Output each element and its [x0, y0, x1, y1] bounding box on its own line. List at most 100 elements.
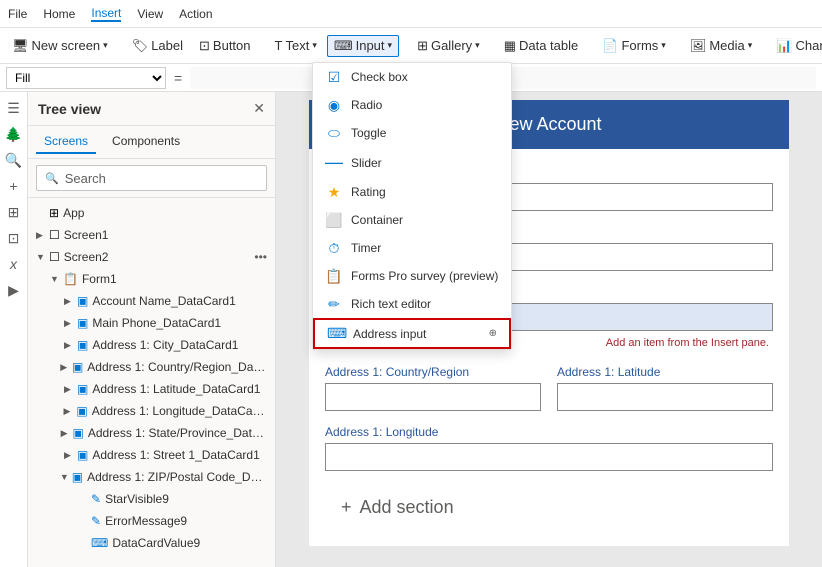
text-button[interactable]: T Text ▾	[269, 36, 323, 55]
chevron-icon: ▶	[60, 362, 69, 373]
tree-item-app[interactable]: ⊞ App	[28, 202, 275, 224]
tree-icon[interactable]: 🌲	[2, 122, 26, 146]
tree-item-label: Account Name_DataCard1	[92, 294, 235, 308]
tree-panel: Tree view ✕ Screens Components 🔍 Search …	[28, 92, 276, 567]
field-input-longitude[interactable]	[325, 443, 773, 471]
chevron-icon: ▶	[64, 296, 74, 307]
form-field-longitude: Address 1: Longitude	[325, 425, 773, 471]
tree-item-label: Address 1: ZIP/Postal Code_DataCar…	[87, 470, 267, 484]
tree-item-street[interactable]: ▶ ▣ Address 1: Street 1_DataCard1	[28, 444, 275, 466]
component-icon[interactable]: ⊡	[2, 226, 26, 250]
chevron-icon: ▼	[50, 274, 60, 284]
chevron-down-icon4: ▾	[475, 40, 480, 51]
tree-item-label: Address 1: State/Province_DataCard1	[88, 426, 267, 440]
tree-item-screen1[interactable]: ▶ ☐ Screen1	[28, 224, 275, 246]
formula-dropdown[interactable]: Fill	[6, 67, 166, 89]
chevron-icon: ▼	[36, 252, 46, 262]
tree-item-mainphone[interactable]: ▶ ▣ Main Phone_DataCard1	[28, 312, 275, 334]
forms-icon: 📄	[602, 38, 618, 54]
tree-item-account[interactable]: ▶ ▣ Account Name_DataCard1	[28, 290, 275, 312]
charts-button[interactable]: 📊 Charts ▾	[770, 36, 822, 56]
tree-item-longitude[interactable]: ▶ ▣ Address 1: Longitude_DataCard1	[28, 400, 275, 422]
dropdown-item-label: Toggle	[351, 126, 499, 140]
tab-components[interactable]: Components	[104, 130, 188, 154]
data-table-button[interactable]: ▦ Data table	[498, 36, 585, 56]
close-icon[interactable]: ✕	[253, 100, 265, 117]
menu-view[interactable]: View	[137, 7, 163, 21]
datacard-icon8: ▣	[77, 448, 88, 462]
field-label-country: Address 1: Country/Region	[325, 365, 541, 379]
add-section-button[interactable]: + Add section	[325, 485, 773, 530]
dropdown-item-label: Address input	[353, 327, 481, 341]
dropdown-item-addressinput[interactable]: ⌨ Address input ⊕	[313, 318, 511, 349]
tree-item-label: Screen1	[64, 228, 109, 242]
toggle-icon: ⬭	[325, 125, 343, 142]
tree-item-label: App	[63, 206, 84, 220]
tree-item-state[interactable]: ▶ ▣ Address 1: State/Province_DataCard1	[28, 422, 275, 444]
plus-icon[interactable]: +	[2, 174, 26, 198]
dropdown-item-slider[interactable]: — Slider	[313, 147, 511, 178]
dropdown-item-rating[interactable]: ★ Rating	[313, 178, 511, 206]
dropdown-item-toggle[interactable]: ⬭ Toggle	[313, 119, 511, 147]
field-input-country[interactable]	[325, 383, 541, 411]
chevron-icon: ▼	[60, 472, 69, 482]
chevron-icon: ▶	[64, 318, 74, 329]
variable-icon[interactable]: x	[2, 252, 26, 276]
menu-bar: File Home Insert View Action	[0, 0, 822, 28]
search-left-icon[interactable]: 🔍	[2, 148, 26, 172]
button-button[interactable]: ⊡ Button	[193, 36, 257, 56]
form-icon: 📋	[63, 272, 78, 286]
input-button[interactable]: ⌨ Input ▾	[327, 35, 399, 57]
dropdown-item-checkbox[interactable]: ☑ Check box	[313, 63, 511, 91]
datacard-icon4: ▣	[72, 360, 83, 374]
dropdown-item-richtext[interactable]: ✏ Rich text editor	[313, 290, 511, 318]
datacard-icon7: ▣	[72, 426, 83, 440]
tree-item-form1[interactable]: ▼ 📋 Form1	[28, 268, 275, 290]
media-button[interactable]: 🖼 Media ▾	[684, 36, 758, 56]
search-input[interactable]: 🔍 Search	[36, 165, 267, 191]
dropdown-item-container[interactable]: ⬜ Container	[313, 206, 511, 234]
chevron-icon: ▶	[61, 428, 70, 439]
chevron-icon: ▶	[64, 384, 74, 395]
search-icon: 🔍	[45, 172, 59, 185]
tree-item-country[interactable]: ▶ ▣ Address 1: Country/Region_DataCar…	[28, 356, 275, 378]
gallery-button[interactable]: ⊞ Gallery ▾	[411, 36, 486, 56]
dropdown-item-label: Radio	[351, 98, 499, 112]
chevron-down-icon6: ▾	[748, 40, 753, 51]
dropdown-item-label: Rating	[351, 185, 499, 199]
control-icon: ✎	[91, 492, 101, 506]
dropdown-item-radio[interactable]: ◉ Radio	[313, 91, 511, 119]
tree-item-zip[interactable]: ▼ ▣ Address 1: ZIP/Postal Code_DataCar…	[28, 466, 275, 488]
new-screen-button[interactable]: 🖥 New screen ▾	[6, 36, 114, 56]
tree-item-city[interactable]: ▶ ▣ Address 1: City_DataCard1	[28, 334, 275, 356]
dropdown-item-formspro[interactable]: 📋 Forms Pro survey (preview)	[313, 262, 511, 290]
datacard-icon: ▣	[77, 294, 88, 308]
tree-item-label: Screen2	[64, 250, 109, 264]
datacard-icon5: ▣	[77, 382, 88, 396]
tree-header: Tree view ✕	[28, 92, 275, 126]
menu-file[interactable]: File	[8, 7, 27, 21]
tree-item-datacard9[interactable]: ⌨ DataCardValue9	[28, 532, 275, 554]
forms-button[interactable]: 📄 Forms ▾	[596, 36, 672, 56]
media-icon: 🖼	[690, 38, 707, 54]
menu-home[interactable]: Home	[43, 7, 75, 21]
tree-item-star9[interactable]: ✎ StarVisible9	[28, 488, 275, 510]
timer-icon: ⏱	[325, 240, 343, 257]
tree-item-screen2[interactable]: ▼ ☐ Screen2 •••	[28, 246, 275, 268]
screen-icon2: ☐	[49, 250, 60, 264]
hamburger-icon[interactable]: ☰	[2, 96, 26, 120]
field-input-latitude[interactable]	[557, 383, 773, 411]
tree-item-latitude[interactable]: ▶ ▣ Address 1: Latitude_DataCard1	[28, 378, 275, 400]
tree-item-label: Main Phone_DataCard1	[92, 316, 221, 330]
menu-insert[interactable]: Insert	[91, 6, 121, 22]
media-left-icon[interactable]: ▶	[2, 278, 26, 302]
data-icon[interactable]: ⊞	[2, 200, 26, 224]
formspro-icon: 📋	[325, 268, 343, 285]
dropdown-item-timer[interactable]: ⏱ Timer	[313, 234, 511, 262]
new-screen-icon: 🖥	[12, 38, 29, 54]
tab-screens[interactable]: Screens	[36, 130, 96, 154]
menu-action[interactable]: Action	[179, 7, 212, 21]
label-button[interactable]: 🏷 Label	[126, 36, 189, 56]
more-icon[interactable]: •••	[254, 250, 267, 264]
tree-item-error9[interactable]: ✎ ErrorMessage9	[28, 510, 275, 532]
